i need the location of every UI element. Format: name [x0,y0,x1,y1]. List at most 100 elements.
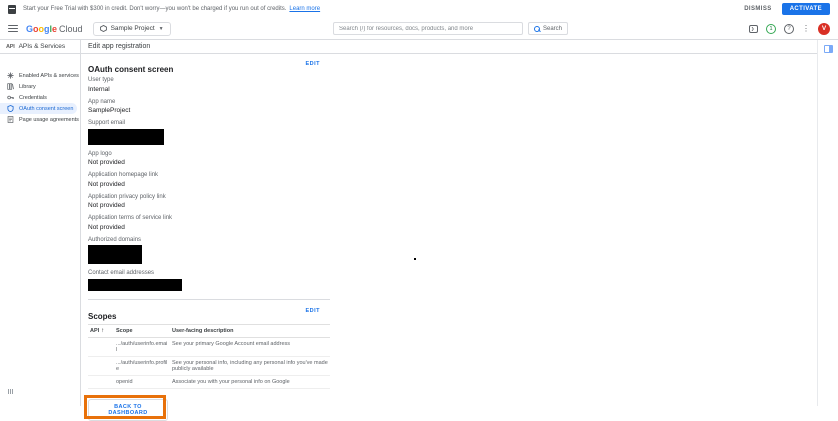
back-to-dashboard-button[interactable]: BACK TO DASHBOARD [88,399,168,421]
free-trial-banner: Start your Free Trial with $300 in credi… [0,0,838,18]
field-label: Contact email addresses [88,270,331,276]
field-label: Support email [88,120,331,126]
logo-cloud-text: Cloud [59,24,83,34]
table-row: openid Associate you with your personal … [88,375,330,388]
hamburger-menu-icon[interactable] [8,25,18,33]
sidebar-nav: Enabled APIs & services Library Credenti… [0,70,80,125]
sidebar-title: APIs & Services [19,43,66,50]
scope-cell: .../auth/userinfo.email [114,337,170,356]
stray-dot [414,258,416,260]
search-button[interactable]: Search [528,22,568,35]
api-cell [88,337,114,356]
field-value: Internal [88,86,331,93]
corner-glyph-icon [8,389,13,394]
redacted-value [88,245,142,264]
help-icon[interactable]: ? [784,24,794,34]
field-label: Authorized domains [88,237,331,243]
scope-cell: openid [114,375,170,388]
field-terms-of-service-link: Application terms of service link Not pr… [88,215,331,231]
field-homepage-link: Application homepage link Not provided [88,172,331,188]
field-value: Not provided [88,202,331,209]
dismiss-button[interactable]: DISMISS [744,6,771,12]
learn-more-link[interactable]: Learn more [289,6,320,12]
field-label: Application homepage link [88,172,331,178]
description-cell: See your personal info, including any pe… [170,356,330,375]
trial-credit-badge[interactable]: 1 [766,24,776,34]
sidebar-item-enabled-apis[interactable]: Enabled APIs & services [0,70,77,81]
main-content: Edit app registration OAuth consent scre… [81,40,817,406]
field-label: Application terms of service link [88,215,331,221]
field-privacy-policy-link: Application privacy policy link Not prov… [88,194,331,210]
chevron-down-icon: ▼ [159,26,164,32]
learning-panel-icon[interactable] [824,45,833,53]
trial-message-text: Start your Free Trial with $300 in credi… [23,6,286,12]
sidebar: API APIs & Services Enabled APIs & servi… [0,40,81,406]
field-value: Not provided [88,159,331,166]
logo-letter: G [26,24,33,34]
search-icon [534,26,540,32]
field-label: Application privacy policy link [88,194,331,200]
scopes-table-header-row: API↑ Scope User-facing description [88,324,330,337]
content-header: Edit app registration [81,40,817,54]
field-label: User type [88,77,331,83]
sidebar-item-label: Enabled APIs & services [19,73,79,79]
sidebar-item-label: Page usage agreements [19,117,79,123]
redacted-value [88,279,182,291]
avatar[interactable]: V [818,23,830,35]
cloud-shell-icon[interactable] [749,25,758,33]
app-header: GoogleCloud Sample Project ▼ Search 1 ? … [0,18,838,40]
sidebar-item-label: OAuth consent screen [19,106,73,112]
search-input[interactable] [333,22,523,35]
project-selector[interactable]: Sample Project ▼ [93,22,171,36]
field-app-logo: App logo Not provided [88,151,331,167]
field-authorized-domains: Authorized domains [88,237,331,265]
sidebar-header: API APIs & Services [0,40,80,54]
sort-arrow-icon: ↑ [101,328,104,334]
redacted-value [88,129,164,145]
project-name: Sample Project [111,25,155,32]
field-label: App name [88,99,331,105]
sidebar-item-label: Library [19,84,36,90]
scopes-table: API↑ Scope User-facing description .../a… [88,324,330,389]
scopes-edit-link[interactable]: EDIT [305,308,320,314]
sidebar-item-library[interactable]: Library [0,81,77,92]
sidebar-item-credentials[interactable]: Credentials [0,92,77,103]
scopes-section-title: Scopes [88,312,116,321]
activate-button[interactable]: ACTIVATE [782,3,830,15]
sidebar-item-oauth-consent-screen[interactable]: OAuth consent screen [0,103,77,114]
api-logo: API [6,44,15,50]
sidebar-item-page-usage-agreements[interactable]: Page usage agreements [0,114,77,125]
field-app-name: App name SampleProject [88,99,331,115]
google-cloud-logo[interactable]: GoogleCloud [26,24,83,34]
scope-column-header[interactable]: Scope [114,324,170,337]
search-button-label: Search [543,26,562,32]
scope-cell: .../auth/userinfo.profile [114,356,170,375]
oauth-consent-icon [7,105,14,112]
more-vert-icon[interactable]: ⋮ [802,25,810,33]
logo-letter: e [52,24,57,34]
description-cell: See your primary Google Account email ad… [170,337,330,356]
field-user-type: User type Internal [88,77,331,93]
field-value: SampleProject [88,107,331,114]
sidebar-item-label: Credentials [19,95,47,101]
oauth-section-header: OAuth consent screen EDIT [88,59,330,71]
oauth-section-title: OAuth consent screen [88,65,173,74]
field-support-email: Support email [88,120,331,145]
page-usage-icon [7,116,14,123]
field-label: App logo [88,151,331,157]
description-column-header[interactable]: User-facing description [170,324,330,337]
right-rail [817,40,838,406]
trial-banner-message: Start your Free Trial with $300 in credi… [23,6,320,12]
gift-icon [8,5,16,14]
field-value: Not provided [88,181,331,188]
credentials-icon [7,94,14,101]
enabled-apis-icon [7,72,14,79]
oauth-edit-link[interactable]: EDIT [305,61,320,67]
table-row: .../auth/userinfo.profile See your perso… [88,356,330,375]
api-column-header[interactable]: API↑ [88,324,114,337]
description-cell: Associate you with your personal info on… [170,375,330,388]
section-divider [88,299,330,300]
library-icon [7,83,14,90]
api-header-label: API [90,328,99,334]
api-cell [88,356,114,375]
